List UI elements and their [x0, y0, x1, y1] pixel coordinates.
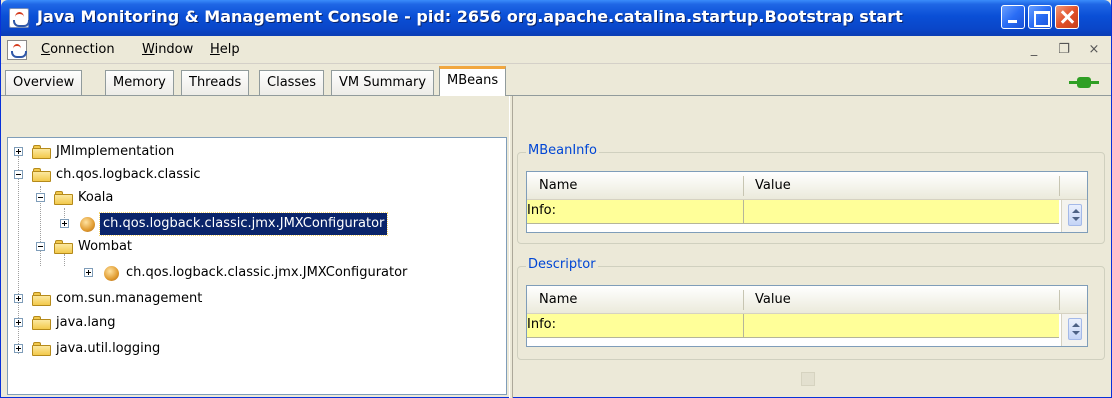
close-button[interactable]: [1055, 5, 1079, 29]
expand-icon[interactable]: [14, 344, 23, 353]
menu-help[interactable]: Help: [210, 42, 240, 57]
jconsole-window: Java Monitoring & Management Console - p…: [0, 0, 1112, 398]
table-scrollbar[interactable]: [1061, 200, 1087, 232]
descriptor-table[interactable]: Name Value Info:: [526, 285, 1088, 347]
tab-strip: Overview Memory Threads Classes VM Summa…: [1, 64, 1111, 96]
tree-node-label: java.util.logging: [56, 341, 161, 356]
mbean-icon: [104, 266, 119, 281]
tree-node-label: JMImplementation: [56, 144, 175, 159]
tree-node-koala[interactable]: Koala: [8, 187, 488, 209]
collapse-icon[interactable]: [14, 170, 23, 179]
column-header-value[interactable]: Value: [755, 292, 791, 307]
java-cup-icon[interactable]: [7, 40, 27, 60]
tree-node-label: ch.qos.logback.classic: [56, 167, 201, 182]
mbean-tree[interactable]: JMImplementation ch.qos.logback.classic …: [7, 137, 507, 395]
split-pane-divider[interactable]: [509, 96, 513, 398]
mdi-restore-button[interactable]: ❐: [1051, 38, 1077, 62]
maximize-button[interactable]: [1028, 5, 1052, 29]
tab-baseline: [1, 95, 1111, 96]
table-row[interactable]: Info:: [527, 314, 1059, 338]
tab-mbeans[interactable]: MBeans: [439, 66, 507, 96]
folder-icon: [32, 292, 52, 306]
mbeaninfo-table[interactable]: Name Value Info:: [526, 171, 1088, 233]
table-row-partial: [527, 338, 1059, 346]
connection-plug-icon: [1069, 75, 1099, 89]
expand-icon[interactable]: [84, 268, 93, 277]
tree-node-label: com.sun.management: [56, 291, 203, 306]
operations-placeholder: [801, 372, 815, 386]
cell-separator: [743, 314, 744, 338]
mdi-minimize-button[interactable]: _: [1021, 38, 1047, 62]
table-row-partial: [527, 224, 1059, 232]
cell-separator: [743, 200, 744, 224]
menu-connection[interactable]: Connection: [41, 42, 115, 57]
mbeaninfo-group: MBeanInfo Name Value Info:: [517, 143, 1105, 244]
column-header-name[interactable]: Name: [539, 292, 577, 307]
table-scrollbar[interactable]: [1061, 314, 1087, 346]
expand-icon[interactable]: [60, 219, 69, 228]
column-header-value[interactable]: Value: [755, 178, 791, 193]
folder-icon: [32, 145, 52, 159]
title-bar[interactable]: Java Monitoring & Management Console - p…: [1, 0, 1111, 36]
expand-icon[interactable]: [14, 318, 23, 327]
mdi-close-button[interactable]: ×: [1081, 38, 1107, 62]
tree-node-com-sun-management[interactable]: com.sun.management: [8, 288, 488, 310]
column-header-name[interactable]: Name: [539, 178, 577, 193]
cell-name: Info:: [527, 203, 556, 218]
minimize-button[interactable]: [1001, 5, 1025, 29]
window-title: Java Monitoring & Management Console - p…: [37, 7, 903, 26]
tree-node-label: java.lang: [56, 315, 116, 330]
collapse-icon[interactable]: [36, 193, 45, 202]
expand-icon[interactable]: [14, 147, 23, 156]
column-separator: [1059, 290, 1060, 310]
tree-node-label: Wombat: [78, 239, 133, 254]
tree-node-java-util-logging[interactable]: java.util.logging: [8, 338, 488, 360]
menu-window[interactable]: Window: [142, 42, 193, 57]
tab-memory[interactable]: Memory: [105, 70, 174, 96]
tree-node-label: ch.qos.logback.classic.jmx.JMXConfigurat…: [126, 265, 408, 280]
folder-open-icon: [54, 191, 74, 205]
descriptor-title: Descriptor: [526, 257, 598, 272]
scroll-spinner-icon[interactable]: [1068, 318, 1082, 340]
java-cup-icon[interactable]: [9, 8, 30, 28]
tab-classes[interactable]: Classes: [259, 70, 324, 96]
tree-node-jmxconfigurator-wombat[interactable]: ch.qos.logback.classic.jmx.JMXConfigurat…: [8, 262, 488, 284]
menu-bar: Connection Window Help _ ❐ ×: [1, 36, 1111, 64]
scroll-spinner-icon[interactable]: [1068, 204, 1082, 226]
folder-open-icon: [54, 240, 74, 254]
column-separator: [743, 176, 744, 196]
tree-node-ch-qos-logback-classic[interactable]: ch.qos.logback.classic: [8, 164, 488, 186]
tree-node-label: Koala: [78, 190, 114, 205]
tab-vm-summary[interactable]: VM Summary: [331, 70, 435, 96]
expand-icon[interactable]: [14, 294, 23, 303]
folder-icon: [32, 342, 52, 356]
column-separator: [743, 290, 744, 310]
tree-node-wombat[interactable]: Wombat: [8, 236, 488, 258]
collapse-icon[interactable]: [36, 242, 45, 251]
table-header: Name Value: [527, 172, 1087, 200]
tree-node-jmxconfigurator-koala[interactable]: ch.qos.logback.classic.jmx.JMXConfigurat…: [8, 212, 488, 236]
folder-open-icon: [32, 168, 52, 182]
tab-threads[interactable]: Threads: [181, 70, 250, 96]
cell-name: Info:: [527, 317, 556, 332]
mbeaninfo-title: MBeanInfo: [526, 143, 599, 158]
tree-node-java-lang[interactable]: java.lang: [8, 312, 488, 334]
folder-icon: [32, 316, 52, 330]
tree-node-label: ch.qos.logback.classic.jmx.JMXConfigurat…: [98, 212, 389, 236]
tab-overview[interactable]: Overview: [5, 70, 83, 96]
table-row[interactable]: Info:: [527, 200, 1059, 224]
descriptor-group: Descriptor Name Value Info:: [517, 257, 1105, 360]
tree-node-jmimplementation[interactable]: JMImplementation: [8, 141, 488, 163]
column-separator: [1059, 176, 1060, 196]
mbean-icon: [80, 217, 95, 232]
table-header: Name Value: [527, 286, 1087, 314]
